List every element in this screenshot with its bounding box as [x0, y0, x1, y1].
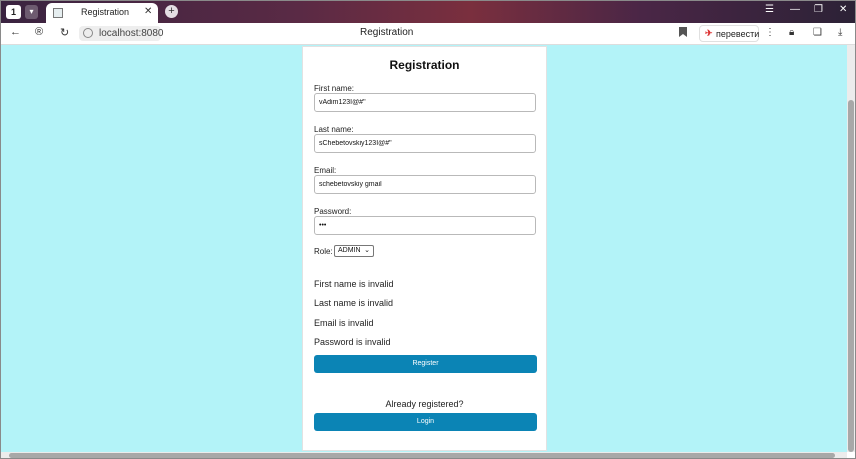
url-bar[interactable]: localhost:8080	[79, 26, 164, 41]
maximize-icon[interactable]: ❐	[814, 4, 823, 15]
menu-icon[interactable]: ☰	[765, 4, 774, 15]
registration-card: Registration First name: Last name: Emai…	[302, 46, 547, 451]
role-selected-value: ADMIN	[338, 247, 361, 254]
password-label: Password:	[314, 207, 352, 216]
first-name-error: First name is invalid	[314, 279, 394, 289]
browser-window: 1 ▾ Registration ✕ + ☰ — ❐ ✕ ← ® ↻ local…	[0, 0, 856, 459]
translate-label: перевести	[716, 29, 760, 39]
email-label: Email:	[314, 166, 337, 175]
role-label: Role:	[314, 247, 333, 256]
password-error: Password is invalid	[314, 337, 391, 347]
register-button[interactable]: Register	[314, 355, 537, 373]
shield-badge-icon[interactable]: ®	[35, 26, 43, 38]
translate-icon: ✈	[705, 28, 713, 38]
last-name-error: Last name is invalid	[314, 298, 394, 308]
horizontal-scroll-thumb[interactable]	[9, 453, 835, 458]
first-name-label: First name:	[314, 84, 355, 93]
download-icon[interactable]: ⤓	[838, 27, 842, 38]
email-field[interactable]	[314, 175, 536, 194]
close-icon[interactable]: ✕	[839, 4, 847, 15]
tab-title: Registration	[81, 7, 130, 17]
new-tab-icon[interactable]: +	[165, 5, 178, 18]
already-registered-text: Already registered?	[385, 399, 464, 409]
role-select[interactable]: ADMIN ⌄	[334, 245, 374, 257]
horizontal-scrollbar[interactable]	[1, 452, 847, 458]
vertical-scrollbar[interactable]	[847, 45, 855, 452]
bookmark-icon[interactable]	[679, 27, 687, 37]
translate-button[interactable]: ✈ перевести	[699, 25, 759, 42]
reload-icon[interactable]: ↻	[60, 26, 69, 39]
url-text: localhost:8080	[99, 28, 164, 39]
page-favicon-icon	[53, 8, 63, 18]
site-info-icon[interactable]	[83, 28, 93, 38]
tab-close-icon[interactable]: ✕	[144, 6, 152, 17]
email-error: Email is invalid	[314, 318, 374, 328]
form-title: Registration	[389, 58, 460, 72]
tab-counter-button[interactable]: 1	[6, 5, 21, 19]
login-button[interactable]: Login	[314, 413, 537, 431]
extensions-icon[interactable]: ❏	[813, 27, 822, 38]
back-icon[interactable]: ←	[10, 26, 21, 38]
page-viewport: Registration First name: Last name: Emai…	[1, 45, 847, 452]
vertical-scroll-thumb[interactable]	[848, 100, 854, 452]
address-toolbar: ← ® ↻ localhost:8080 Registration ✈ пере…	[1, 23, 855, 45]
tab-strip: 1 ▾ Registration ✕ + ☰ — ❐ ✕	[1, 1, 855, 23]
page-title: Registration	[360, 27, 414, 38]
password-field[interactable]	[314, 216, 536, 235]
chevron-down-icon[interactable]: ▾	[25, 5, 38, 19]
first-name-field[interactable]	[314, 93, 536, 112]
lock-icon[interactable]: 🔒︎	[789, 27, 794, 38]
chevron-down-icon: ⌄	[364, 247, 370, 254]
more-options-icon[interactable]: ⋮	[765, 27, 775, 38]
minimize-icon[interactable]: —	[790, 4, 800, 15]
active-tab[interactable]: Registration ✕	[46, 3, 158, 23]
last-name-field[interactable]	[314, 134, 536, 153]
last-name-label: Last name:	[314, 125, 354, 134]
